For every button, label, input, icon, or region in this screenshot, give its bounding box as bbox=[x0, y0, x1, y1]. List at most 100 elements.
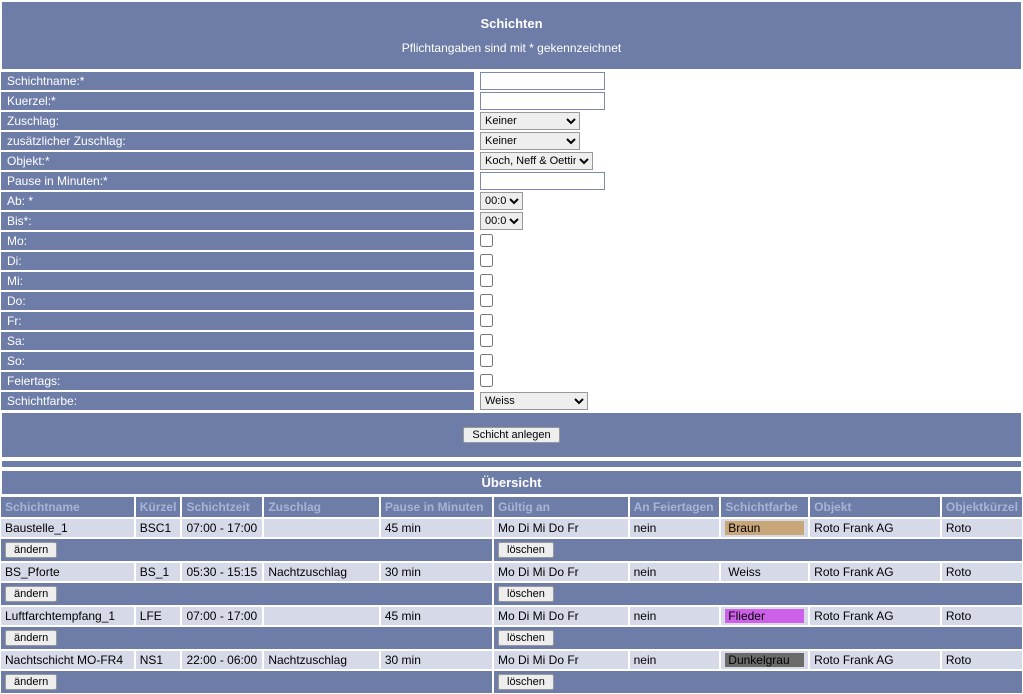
label-schichtname: Schichtname:* bbox=[0, 71, 475, 91]
col-schichtzeit: Schichtzeit bbox=[181, 496, 263, 518]
cell-kuerzel: NS1 bbox=[135, 650, 182, 670]
cell-zeit: 07:00 - 17:00 bbox=[181, 518, 263, 538]
label-so: So: bbox=[0, 351, 475, 371]
spacer bbox=[0, 459, 1023, 469]
loeschen-button[interactable]: löschen bbox=[498, 674, 554, 690]
cell-pause: 30 min bbox=[380, 650, 493, 670]
cell-kuerzel: BS_1 bbox=[135, 562, 182, 582]
cell-zuschlag: Nachtzuschlag bbox=[263, 562, 380, 582]
col-zuschlag: Zuschlag bbox=[263, 496, 380, 518]
label-di: Di: bbox=[0, 251, 475, 271]
cell-pause: 45 min bbox=[380, 518, 493, 538]
cell-zeit: 05:30 - 15:15 bbox=[181, 562, 263, 582]
col-gueltig: Gültig an bbox=[493, 496, 629, 518]
zuschlag-select[interactable]: Keiner bbox=[480, 112, 580, 130]
cell-objekt: Roto Frank AG bbox=[809, 518, 941, 538]
loeschen-button[interactable]: löschen bbox=[498, 542, 554, 558]
so-checkbox[interactable] bbox=[480, 354, 493, 367]
col-kuerzel: Kürzel bbox=[135, 496, 182, 518]
action-row: ändern löschen bbox=[0, 582, 1023, 606]
col-objektkuerzel: Objektkürzel bbox=[941, 496, 1023, 518]
overview-title: Übersicht bbox=[0, 469, 1023, 496]
submit-button[interactable]: Schicht anlegen bbox=[463, 427, 559, 443]
cell-objekt: Roto Frank AG bbox=[809, 650, 941, 670]
objekt-select[interactable]: Koch, Neff & Oettinger bbox=[480, 152, 593, 170]
cell-kuerzel: BSC1 bbox=[135, 518, 182, 538]
loeschen-button[interactable]: löschen bbox=[498, 586, 554, 602]
main-container: Schichten Pflichtangaben sind mit * geke… bbox=[0, 0, 1023, 694]
cell-feiertag: nein bbox=[629, 518, 721, 538]
cell-pause: 30 min bbox=[380, 562, 493, 582]
ab-select[interactable]: 00:00 bbox=[480, 192, 523, 210]
cell-gueltig: Mo Di Mi Do Fr bbox=[493, 518, 629, 538]
col-pause: Pause in Minuten bbox=[380, 496, 493, 518]
aendern-button[interactable]: ändern bbox=[5, 630, 57, 646]
zusatz-zuschlag-select[interactable]: Keiner bbox=[480, 132, 580, 150]
col-feiertagen: An Feiertagen bbox=[629, 496, 721, 518]
page-title: Schichten bbox=[2, 6, 1021, 37]
cell-name: Luftfarchtempfang_1 bbox=[0, 606, 135, 626]
form-table: Schichtname:* Kuerzel:* Zuschlag: Keiner… bbox=[0, 71, 1023, 411]
action-row: ändern löschen bbox=[0, 626, 1023, 650]
cell-feiertag: nein bbox=[629, 606, 721, 626]
table-row: BS_PforteBS_105:30 - 15:15Nachtzuschlag3… bbox=[0, 562, 1023, 582]
cell-pause: 45 min bbox=[380, 606, 493, 626]
cell-zeit: 22:00 - 06:00 bbox=[181, 650, 263, 670]
cell-gueltig: Mo Di Mi Do Fr bbox=[493, 606, 629, 626]
sa-checkbox[interactable] bbox=[480, 334, 493, 347]
cell-objekt: Roto Frank AG bbox=[809, 606, 941, 626]
label-kuerzel: Kuerzel:* bbox=[0, 91, 475, 111]
cell-zuschlag bbox=[263, 518, 380, 538]
color-swatch: Weiss bbox=[725, 565, 804, 579]
loeschen-button[interactable]: löschen bbox=[498, 630, 554, 646]
cell-name: Nachtschicht MO-FR4 bbox=[0, 650, 135, 670]
fr-checkbox[interactable] bbox=[480, 314, 493, 327]
action-row: ändern löschen bbox=[0, 538, 1023, 562]
table-row: Baustelle_1BSC107:00 - 17:00 45 minMo Di … bbox=[0, 518, 1023, 538]
cell-farbe: Braun bbox=[720, 518, 809, 538]
page-header: Schichten Pflichtangaben sind mit * geke… bbox=[0, 0, 1023, 71]
color-swatch: Flieder bbox=[725, 609, 804, 623]
kuerzel-input[interactable] bbox=[480, 92, 605, 110]
page-subtitle: Pflichtangaben sind mit * gekennzeichnet bbox=[2, 37, 1021, 65]
cell-objkz: Roto bbox=[941, 518, 1023, 538]
label-feiertags: Feiertags: bbox=[0, 371, 475, 391]
cell-gueltig: Mo Di Mi Do Fr bbox=[493, 562, 629, 582]
label-fr: Fr: bbox=[0, 311, 475, 331]
bis-select[interactable]: 00:00 bbox=[480, 212, 523, 230]
label-mo: Mo: bbox=[0, 231, 475, 251]
cell-farbe: Dunkelgrau bbox=[720, 650, 809, 670]
label-objekt: Objekt:* bbox=[0, 151, 475, 171]
label-zusatz-zuschlag: zusätzlicher Zuschlag: bbox=[0, 131, 475, 151]
di-checkbox[interactable] bbox=[480, 254, 493, 267]
mi-checkbox[interactable] bbox=[480, 274, 493, 287]
label-sa: Sa: bbox=[0, 331, 475, 351]
aendern-button[interactable]: ändern bbox=[5, 542, 57, 558]
aendern-button[interactable]: ändern bbox=[5, 586, 57, 602]
cell-name: Baustelle_1 bbox=[0, 518, 135, 538]
color-swatch: Braun bbox=[725, 521, 804, 535]
cell-name: BS_Pforte bbox=[0, 562, 135, 582]
schichtname-input[interactable] bbox=[480, 72, 605, 90]
cell-farbe: Flieder bbox=[720, 606, 809, 626]
label-mi: Mi: bbox=[0, 271, 475, 291]
cell-zeit: 07:00 - 17:00 bbox=[181, 606, 263, 626]
overview-table: Schichtname Kürzel Schichtzeit Zuschlag … bbox=[0, 496, 1023, 694]
label-do: Do: bbox=[0, 291, 475, 311]
aendern-button[interactable]: ändern bbox=[5, 674, 57, 690]
cell-kuerzel: LFE bbox=[135, 606, 182, 626]
do-checkbox[interactable] bbox=[480, 294, 493, 307]
cell-objkz: Roto bbox=[941, 650, 1023, 670]
cell-objkz: Roto bbox=[941, 562, 1023, 582]
col-schichtfarbe: Schichtfarbe bbox=[720, 496, 809, 518]
label-pause: Pause in Minuten:* bbox=[0, 171, 475, 191]
mo-checkbox[interactable] bbox=[480, 234, 493, 247]
cell-zuschlag bbox=[263, 606, 380, 626]
col-schichtname: Schichtname bbox=[0, 496, 135, 518]
overview-header-row: Schichtname Kürzel Schichtzeit Zuschlag … bbox=[0, 496, 1023, 518]
label-schichtfarbe: Schichtfarbe: bbox=[0, 391, 475, 411]
feiertags-checkbox[interactable] bbox=[480, 374, 493, 387]
schichtfarbe-select[interactable]: Weiss bbox=[480, 392, 588, 410]
pause-input[interactable] bbox=[480, 172, 605, 190]
color-swatch: Dunkelgrau bbox=[725, 653, 804, 667]
